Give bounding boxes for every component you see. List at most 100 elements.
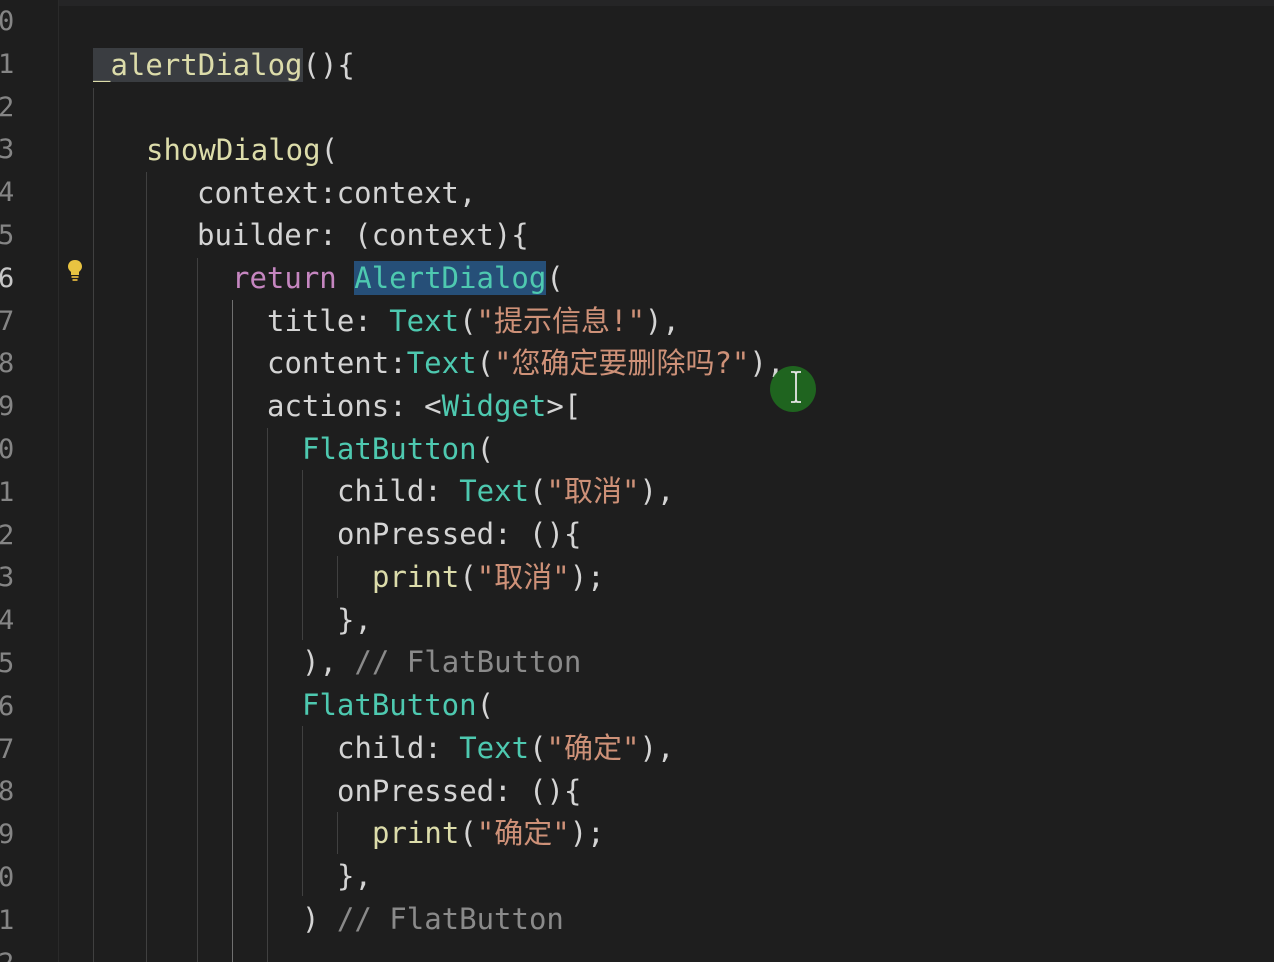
- string-literal: "取消": [546, 474, 640, 508]
- code-token: ),: [644, 304, 680, 338]
- code-line-15[interactable]: ), // FlatButton: [302, 641, 581, 683]
- code-line-6[interactable]: return AlertDialog(: [232, 257, 564, 299]
- keyword: return: [232, 261, 337, 295]
- code-line-14[interactable]: },: [337, 599, 372, 641]
- lightbulb-icon[interactable]: [66, 258, 84, 282]
- code-token: (: [476, 346, 494, 380]
- code-line-18[interactable]: onPressed: (){: [337, 770, 581, 812]
- line-number: 7: [0, 734, 15, 765]
- code-token: context:context,: [197, 176, 477, 210]
- line-number: 5: [0, 648, 15, 679]
- line-number: 0: [0, 862, 15, 893]
- code-line-3[interactable]: showDialog(: [146, 129, 338, 171]
- code-line-21[interactable]: ) // FlatButton: [302, 898, 564, 940]
- code-line-1[interactable]: _alertDialog(){: [93, 44, 355, 86]
- line-number: 3: [0, 134, 15, 165]
- code-token: (: [529, 731, 547, 765]
- indent-guide: [267, 428, 268, 962]
- code-line-7[interactable]: title: Text("提示信息!"),: [267, 300, 680, 342]
- code-token: child:: [337, 731, 460, 765]
- indent-guide: [93, 88, 94, 962]
- selected-class-name[interactable]: AlertDialog: [354, 261, 547, 295]
- code-token: ),: [302, 645, 355, 679]
- code-token: child:: [337, 474, 460, 508]
- code-line-9[interactable]: actions: <Widget>[: [267, 385, 581, 427]
- line-number: 4: [0, 177, 15, 208]
- function-name[interactable]: _alertDialog: [93, 48, 303, 82]
- code-token: (: [459, 304, 477, 338]
- line-number: 6: [0, 691, 15, 722]
- code-line-12[interactable]: onPressed: (){: [337, 513, 581, 555]
- code-line-5[interactable]: builder: (context){: [197, 214, 529, 256]
- line-number: 9: [0, 391, 15, 422]
- code-comment: // FlatButton: [354, 645, 582, 679]
- line-number: 0: [0, 434, 15, 465]
- indent-guide: [302, 726, 303, 896]
- text-cursor-icon: [791, 371, 801, 403]
- class-name: FlatButton: [302, 688, 477, 722]
- indent-guide: [232, 300, 233, 962]
- code-line-8[interactable]: content:Text("您确定要删除吗?"),: [267, 342, 784, 384]
- line-number: 2: [0, 92, 15, 123]
- code-line-10[interactable]: FlatButton(: [302, 428, 494, 470]
- class-name: Text: [459, 474, 530, 508]
- code-token: content:: [267, 346, 407, 380]
- code-token: );: [569, 816, 605, 850]
- line-number: 6: [0, 263, 15, 294]
- indent-guide: [146, 172, 147, 962]
- line-number: 2: [0, 943, 28, 962]
- function-call: print: [372, 816, 460, 850]
- code-token: ),: [639, 474, 675, 508]
- code-line-11[interactable]: child: Text("取消"),: [337, 470, 674, 512]
- line-number: 0: [0, 6, 15, 37]
- function-call: print: [372, 560, 460, 594]
- code-token: (){: [302, 48, 355, 82]
- line-number: 2: [0, 520, 15, 551]
- string-literal: "确定": [546, 731, 640, 765]
- line-number: 9: [0, 819, 15, 850]
- indent-guide: [197, 258, 198, 962]
- code-line-20[interactable]: },: [337, 855, 372, 897]
- code-line-19[interactable]: print("确定");: [372, 812, 605, 854]
- line-number: 4: [0, 605, 15, 636]
- code-token: },: [337, 859, 372, 893]
- class-name: Text: [406, 346, 477, 380]
- code-token: );: [569, 560, 605, 594]
- code-token: (: [529, 474, 547, 508]
- code-token: actions: <: [267, 389, 442, 423]
- editor-top-border: [0, 0, 1274, 6]
- code-token: ): [302, 902, 337, 936]
- code-line-4[interactable]: context:context,: [197, 172, 476, 214]
- code-token: (: [459, 560, 477, 594]
- code-line-16[interactable]: FlatButton(: [302, 684, 494, 726]
- line-number: 5: [0, 220, 15, 251]
- code-token: (: [459, 816, 477, 850]
- code-token: onPressed: (){: [337, 774, 582, 808]
- line-number: 1: [0, 49, 15, 80]
- code-token: },: [337, 603, 372, 637]
- line-number: 1: [0, 477, 15, 508]
- gutter-separator: [58, 0, 59, 962]
- code-token: (: [476, 688, 495, 722]
- code-token: builder: (context){: [197, 218, 529, 252]
- indent-guide: [337, 812, 338, 854]
- code-editor[interactable]: 01234567890123456789012 _alertDialog(){ …: [0, 0, 1274, 962]
- line-number: 7: [0, 306, 15, 337]
- code-line-13[interactable]: print("取消");: [372, 556, 605, 598]
- string-literal: "提示信息!": [476, 304, 645, 338]
- class-name: Text: [389, 304, 460, 338]
- function-call[interactable]: showDialog: [146, 133, 321, 167]
- string-literal: "取消": [476, 560, 570, 594]
- code-token: >[: [546, 389, 582, 423]
- line-number: 8: [0, 348, 15, 379]
- class-name: Widget: [441, 389, 547, 423]
- indent-guide: [337, 556, 338, 598]
- code-comment: // FlatButton: [336, 902, 564, 936]
- line-number: 8: [0, 776, 15, 807]
- code-line-17[interactable]: child: Text("确定"),: [337, 727, 674, 769]
- string-literal: "确定": [476, 816, 570, 850]
- class-name: Text: [459, 731, 530, 765]
- code-token: (: [546, 261, 564, 295]
- code-token: (: [320, 133, 339, 167]
- line-number: 1: [0, 905, 15, 936]
